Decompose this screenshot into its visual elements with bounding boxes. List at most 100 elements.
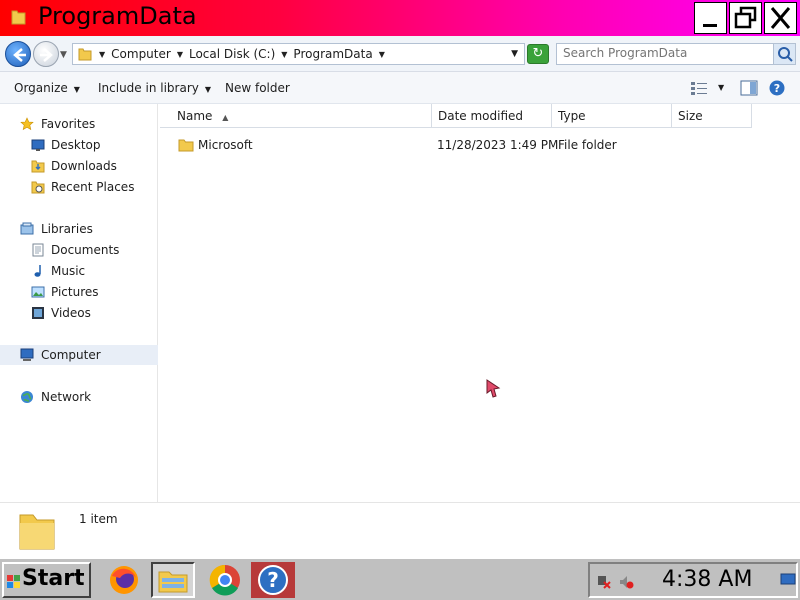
libraries-icon: [20, 222, 34, 235]
file-name: Microsoft: [198, 138, 253, 152]
system-tray: 4:38 AM: [588, 562, 798, 598]
address-bar-row: ▼ ▼ Computer ▼ Local Disk (C:) ▼ Program…: [0, 36, 800, 72]
mouse-cursor-icon: [486, 379, 501, 398]
nav-item-documents[interactable]: Documents: [0, 240, 158, 260]
address-box[interactable]: ▼ Computer ▼ Local Disk (C:) ▼ ProgramDa…: [72, 43, 525, 65]
forward-button[interactable]: [33, 41, 59, 67]
close-button[interactable]: [764, 2, 797, 34]
folder-icon: [11, 10, 26, 25]
folder-icon: [19, 514, 55, 550]
refresh-button[interactable]: ↻: [527, 44, 549, 64]
refresh-icon: ↻: [532, 46, 544, 61]
back-button[interactable]: [5, 41, 31, 67]
chevron-down-icon: ▼: [204, 85, 212, 94]
star-icon: [20, 117, 34, 131]
nav-label-music: Music: [51, 264, 86, 278]
nav-item-recent-places[interactable]: Recent Places: [0, 177, 158, 197]
search-input[interactable]: [563, 46, 763, 60]
documents-icon: [32, 243, 44, 257]
taskbar-file-explorer[interactable]: [151, 562, 195, 598]
chevron-down-icon[interactable]: ▼: [379, 50, 385, 59]
chevron-down-icon[interactable]: ▼: [281, 50, 287, 59]
taskbar-help[interactable]: ?: [251, 562, 295, 598]
nav-label-libraries: Libraries: [41, 222, 93, 236]
volume-muted-icon[interactable]: [618, 574, 634, 590]
window-title: ProgramData: [38, 2, 197, 30]
file-date-modified: 11/28/2023 1:49 PM: [437, 138, 559, 152]
start-button[interactable]: Start: [2, 562, 91, 598]
nav-label-recent-places: Recent Places: [51, 180, 135, 194]
nav-item-libraries[interactable]: Libraries: [0, 219, 158, 239]
nav-label-network: Network: [41, 390, 92, 404]
computer-icon: [20, 348, 34, 361]
nav-item-favorites[interactable]: Favorites: [0, 114, 158, 134]
maximize-button[interactable]: [729, 2, 762, 34]
new-folder-button[interactable]: New folder: [225, 81, 290, 95]
nav-label-documents: Documents: [51, 243, 120, 257]
folder-icon: [78, 48, 92, 61]
nav-label-computer: Computer: [41, 348, 101, 362]
restore-icon: [734, 6, 757, 29]
column-header-size[interactable]: Size: [672, 104, 752, 128]
back-arrow-icon: [13, 48, 26, 62]
nav-item-network[interactable]: Network: [0, 387, 158, 407]
recent-pages-dropdown[interactable]: ▼: [60, 50, 67, 60]
preview-pane-icon[interactable]: [740, 80, 758, 96]
firefox-icon: [110, 566, 138, 594]
title-bar: ProgramData: [0, 0, 800, 36]
nav-item-desktop[interactable]: Desktop: [0, 135, 158, 155]
column-header-name[interactable]: Name ▲: [160, 104, 432, 128]
music-icon: [34, 265, 41, 277]
nav-label-desktop: Desktop: [51, 138, 101, 152]
desktop-icon: [31, 139, 45, 151]
taskbar-firefox[interactable]: [102, 562, 146, 598]
minimize-icon: [703, 24, 717, 27]
network-disconnected-icon[interactable]: [596, 574, 612, 590]
recent-places-icon: [31, 181, 45, 194]
taskbar-chrome[interactable]: [203, 562, 247, 598]
column-label-name: Name: [177, 109, 213, 123]
view-options-icon[interactable]: [690, 80, 708, 96]
include-in-library-label: Include in library: [98, 81, 199, 95]
chrome-icon: [209, 564, 240, 596]
column-header-date-modified[interactable]: Date modified: [432, 104, 552, 128]
breadcrumb: ▼ Computer ▼ Local Disk (C:) ▼ ProgramDa…: [99, 47, 385, 61]
search-icon[interactable]: [773, 44, 795, 64]
search-box[interactable]: [556, 43, 796, 65]
organize-label: Organize: [14, 81, 68, 95]
breadcrumb-local-disk[interactable]: Local Disk (C:): [189, 47, 275, 61]
breadcrumb-computer[interactable]: Computer: [111, 47, 171, 61]
nav-item-videos[interactable]: Videos: [0, 303, 158, 323]
taskbar: Start ? 4:38 AM: [0, 557, 800, 600]
chevron-down-icon[interactable]: ▼: [177, 50, 183, 59]
chevron-down-icon: ▼: [73, 85, 80, 94]
include-in-library-button[interactable]: Include in library ▼: [98, 81, 211, 95]
file-type: File folder: [558, 138, 617, 152]
nav-item-pictures[interactable]: Pictures: [0, 282, 158, 302]
start-label: Start: [22, 566, 85, 591]
minimize-button[interactable]: [694, 2, 727, 34]
nav-item-downloads[interactable]: Downloads: [0, 156, 158, 176]
file-explorer-icon: [158, 571, 188, 593]
address-history-dropdown[interactable]: ▼: [511, 49, 518, 59]
column-header-type[interactable]: Type: [552, 104, 672, 128]
nav-item-computer[interactable]: Computer: [0, 345, 158, 365]
network-icon: [21, 391, 33, 403]
nav-label-favorites: Favorites: [41, 117, 96, 131]
organize-button[interactable]: Organize ▼: [14, 81, 80, 95]
nav-label-videos: Videos: [51, 306, 91, 320]
downloads-folder-icon: [31, 160, 45, 173]
details-pane: 1 item: [0, 502, 800, 557]
clock[interactable]: 4:38 AM: [662, 567, 752, 592]
chevron-down-icon[interactable]: ▼: [99, 50, 105, 59]
nav-item-music[interactable]: Music: [0, 261, 158, 281]
svg-text:?: ?: [267, 568, 279, 592]
nav-label-pictures: Pictures: [51, 285, 99, 299]
breadcrumb-programdata[interactable]: ProgramData: [293, 47, 372, 61]
help-icon: ?: [258, 565, 288, 595]
table-row[interactable]: Microsoft 11/28/2023 1:49 PM File folder: [160, 134, 800, 156]
view-dropdown[interactable]: ▼: [718, 83, 724, 92]
help-icon[interactable]: ?: [768, 80, 786, 96]
forward-arrow-icon: [40, 48, 53, 62]
show-desktop-icon[interactable]: [780, 572, 796, 588]
